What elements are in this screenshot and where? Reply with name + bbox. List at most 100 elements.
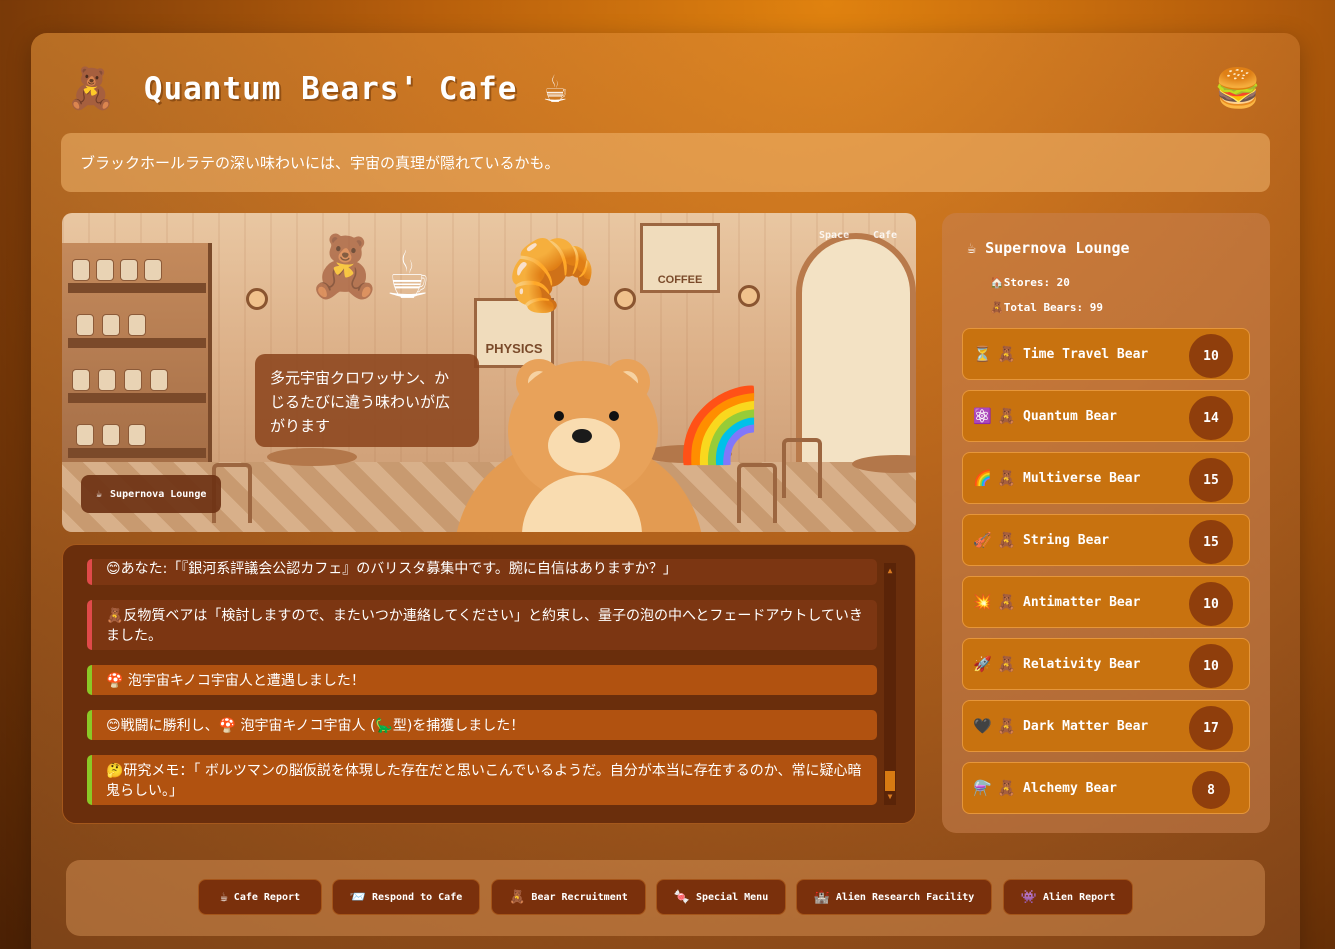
location-tag: ☕ Supernova Lounge: [81, 475, 222, 513]
coffee-cup-icon: ☕: [96, 488, 103, 500]
candy-icon: 🍬: [673, 889, 690, 905]
stores-count: Stores: 20: [1003, 276, 1070, 289]
bear-count-badge: 17: [1189, 706, 1233, 750]
stores-stat: 🏠Stores: 20: [990, 276, 1070, 289]
log-entry: 😊戦闘に勝利し、🍄 泡宇宙キノコ宇宙人 (🦕型)を捕獲しました！: [87, 710, 877, 740]
teddy-bear-icon: 🧸: [997, 779, 1016, 797]
cafe-scene: COFFEE PHYSICS 🧸 ☕ 🥐 🌈 多元宇宙クロワッサン、かじるたびに…: [62, 213, 916, 532]
rocket-icon: 🚀: [973, 655, 992, 673]
jar: [144, 259, 162, 281]
button-label: Special Menu: [695, 891, 769, 903]
teddy-bear-icon: 🧸: [66, 66, 116, 112]
chair: [737, 463, 777, 523]
teddy-bear-icon: 🧸: [990, 301, 1004, 314]
bear-eye: [554, 411, 564, 421]
teddy-bear-icon: 🧸: [997, 593, 1016, 611]
button-label: Alien Research Facility: [835, 891, 975, 903]
bear-count-badge: 8: [1192, 771, 1230, 809]
cafe-report-button[interactable]: ☕ Cafe Report: [198, 879, 322, 915]
toggle-space[interactable]: Space: [819, 230, 849, 241]
jar: [96, 259, 114, 281]
bear-name: Multiverse Bear: [1023, 470, 1141, 486]
scroll-down-icon[interactable]: ▼: [884, 791, 896, 803]
bear-item-string[interactable]: 🎻 🧸 String Bear 15: [962, 514, 1250, 566]
scroll-up-icon[interactable]: ▲: [884, 565, 896, 577]
sidebar-title: ☕ Supernova Lounge: [967, 239, 1130, 257]
log-entry: 😊あなた:「『銀河系評議会公認カフェ』のバリスタ募集中です。腕に自信はありますか…: [87, 559, 877, 585]
jar: [76, 424, 94, 446]
button-label: Bear Recruitment: [531, 891, 628, 903]
bear-item-time-travel[interactable]: ⏳ 🧸 Time Travel Bear 10: [962, 328, 1250, 380]
atom-icon: ⚛️: [973, 407, 992, 425]
app-header: 🧸 Quantum Bears' Cafe ☕: [66, 58, 568, 120]
jar: [150, 369, 168, 391]
shelf-row: [68, 283, 206, 293]
button-label: Alien Report: [1042, 891, 1116, 903]
bear-count-badge: 10: [1189, 582, 1233, 626]
black-heart-icon: 🖤: [973, 717, 992, 735]
quote-banner: ブラックホールラテの深い味わいには、宇宙の真理が隠れているかも。: [61, 133, 1270, 192]
hamburger-menu-button[interactable]: 🍔: [1214, 66, 1261, 111]
castle-icon: 🏰: [813, 889, 830, 905]
hourglass-icon: ⏳: [973, 345, 992, 363]
toggle-cafe[interactable]: Cafe: [873, 230, 897, 241]
bear-count-badge: 10: [1189, 644, 1233, 688]
location-label: Supernova Lounge: [110, 488, 207, 500]
special-menu-button[interactable]: 🍬 Special Menu: [656, 879, 786, 915]
bear-name: Relativity Bear: [1023, 656, 1141, 672]
teddy-bear-icon: 🧸: [997, 717, 1016, 735]
bear-nose: [572, 429, 592, 443]
bear-muzzle: [548, 418, 620, 473]
teddy-bear-icon: 🧸: [997, 407, 1016, 425]
bear-item-quantum[interactable]: ⚛️ 🧸 Quantum Bear 14: [962, 390, 1250, 442]
violin-icon: 🎻: [973, 531, 992, 549]
bear-item-alchemy[interactable]: ⚗️ 🧸 Alchemy Bear 8: [962, 762, 1250, 814]
bear-item-dark-matter[interactable]: 🖤 🧸 Dark Matter Bear 17: [962, 700, 1250, 752]
jar: [124, 369, 142, 391]
jar: [102, 424, 120, 446]
bear-recruitment-button[interactable]: 🧸 Bear Recruitment: [491, 879, 646, 915]
teddy-bear-icon: 🧸: [997, 531, 1016, 549]
total-bears-stat: 🧸Total Bears: 99: [990, 301, 1103, 314]
rainbow-icon: 🌈: [674, 383, 764, 467]
jar: [72, 369, 90, 391]
alien-monster-icon: 👾: [1020, 889, 1037, 905]
log-entry: 🧸反物質ベアは「検討しますので、またいつか連絡してください」と約束し、量子の泡の…: [87, 600, 877, 650]
bear-name: Quantum Bear: [1023, 408, 1117, 424]
bear-item-relativity[interactable]: 🚀 🧸 Relativity Bear 10: [962, 638, 1250, 690]
house-icon: 🏠: [990, 276, 1004, 289]
coffee-cup-icon: ☕: [967, 239, 977, 257]
event-log[interactable]: 😊あなた:「『銀河系評議会公認カフェ』のバリスタ募集中です。腕に自信はありますか…: [62, 544, 916, 824]
speech-bubble: 多元宇宙クロワッサン、かじるたびに違う味わいが広がります: [255, 354, 479, 447]
alien-research-facility-button[interactable]: 🏰 Alien Research Facility: [796, 879, 992, 915]
bear-name: Antimatter Bear: [1023, 594, 1141, 610]
bear-eye: [609, 411, 619, 421]
respond-to-cafe-button[interactable]: 📨 Respond to Cafe: [332, 879, 480, 915]
envelope-icon: 📨: [349, 889, 366, 905]
lamp: [614, 288, 636, 310]
button-label: Respond to Cafe: [371, 891, 463, 903]
teddy-bear-icon: 🧸: [997, 469, 1016, 487]
bear-count-badge: 14: [1189, 396, 1233, 440]
coffee-cup-icon: ☕: [219, 889, 228, 905]
jar: [76, 314, 94, 336]
alien-report-button[interactable]: 👾 Alien Report: [1003, 879, 1133, 915]
coffee-poster: COFFEE: [640, 223, 720, 293]
alembic-icon: ⚗️: [973, 779, 992, 797]
bear-count-badge: 15: [1189, 520, 1233, 564]
bear-item-antimatter[interactable]: 💥 🧸 Antimatter Bear 10: [962, 576, 1250, 628]
shelf-row: [68, 448, 206, 458]
jar: [102, 314, 120, 336]
teddy-bear-icon: 🧸: [997, 655, 1016, 673]
teddy-poster-icon: 🧸: [307, 232, 382, 302]
bear-name: Time Travel Bear: [1023, 346, 1149, 362]
log-entry: 🍄 泡宇宙キノコ宇宙人と遭遇しました！: [87, 665, 877, 695]
shelf-row: [68, 338, 206, 348]
scroll-thumb[interactable]: [885, 771, 895, 791]
jar: [128, 314, 146, 336]
bear-item-multiverse[interactable]: 🌈 🧸 Multiverse Bear 15: [962, 452, 1250, 504]
bear-count-badge: 10: [1189, 334, 1233, 378]
bear-sidebar: ☕ Supernova Lounge 🏠Stores: 20 🧸Total Be…: [942, 213, 1270, 833]
event-log-list: 😊あなた:「『銀河系評議会公認カフェ』のバリスタ募集中です。腕に自信はありますか…: [87, 545, 877, 823]
log-scrollbar[interactable]: ▲ ▼: [884, 563, 896, 805]
